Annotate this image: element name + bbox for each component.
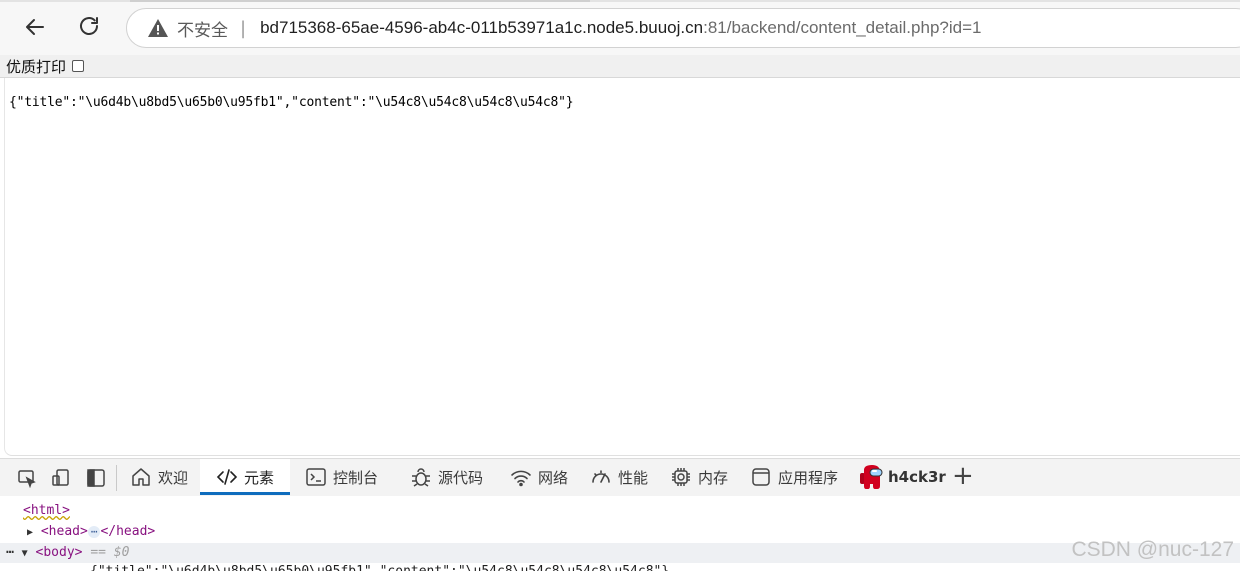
print-quality-checkbox[interactable]: [72, 60, 85, 72]
sidebar-toggle-icon: [87, 469, 105, 487]
app-window-icon: [752, 468, 770, 486]
tab-console[interactable]: 控制台: [305, 459, 378, 495]
bug-icon: [412, 468, 430, 487]
tree-node-body[interactable]: ⋯ ▼ <body> == $0: [6, 545, 129, 560]
insecure-label[interactable]: 不安全: [177, 16, 228, 41]
tab-performance[interactable]: 性能: [590, 459, 648, 495]
head-open-tag: <head>: [40, 524, 88, 539]
json-response-text: {"title":"\u6d4b\u8bd5\u65b0\u95fb1","co…: [9, 95, 574, 110]
inspect-icon: [18, 470, 36, 488]
address-bar[interactable]: 不安全 | bd715368-65ae-4596-ab4c-011b53971a…: [126, 8, 1240, 48]
home-icon: [132, 468, 150, 486]
page-content: {"title":"\u6d4b\u8bd5\u65b0\u95fb1","co…: [4, 78, 1240, 456]
tab-network[interactable]: 网络: [510, 459, 568, 495]
tab-h4ck3r-label: h4ck3r: [888, 468, 946, 486]
inspect-element-button[interactable]: [15, 467, 39, 489]
back-button[interactable]: [18, 10, 52, 44]
body-open-tag: <body>: [35, 545, 83, 560]
tree-node-html[interactable]: <html>: [23, 503, 70, 518]
devtools-tab-bar: 欢迎 元素 控制台 源代码 网络 性能 内存 应用程序 h4ck3r +: [0, 458, 1240, 496]
selected-row-highlight: [0, 543, 1240, 563]
device-icon: [52, 469, 69, 486]
tab-welcome-label: 欢迎: [158, 468, 189, 487]
collapse-triangle-icon[interactable]: ▼: [22, 548, 28, 559]
elements-panel: <html> ▶ <head> ⋯ </head> ⋯ ▼ <body> == $0…: [0, 496, 1240, 571]
dock-side-button[interactable]: [84, 467, 108, 489]
tab-h4ck3r[interactable]: h4ck3r: [858, 459, 946, 495]
tab-welcome[interactable]: 欢迎: [130, 459, 188, 495]
code-icon: [216, 469, 238, 485]
row-menu-icon[interactable]: ⋯: [6, 545, 14, 560]
tab-sources[interactable]: 源代码: [410, 459, 483, 495]
crewmate-icon: [860, 465, 883, 489]
tab-application-label: 应用程序: [778, 468, 839, 487]
url-host[interactable]: bd715368-65ae-4596-ab4c-011b53971a1c.nod…: [260, 18, 703, 38]
selected-marker: == $0: [90, 545, 130, 560]
tab-strip: [0, 0, 1240, 2]
collapsed-content-pill[interactable]: ⋯: [87, 525, 101, 538]
console-icon: [306, 468, 326, 486]
warning-icon[interactable]: [147, 17, 169, 39]
reload-button[interactable]: [72, 10, 106, 44]
add-tab-button[interactable]: +: [952, 461, 974, 491]
arrow-left-icon: [26, 19, 44, 35]
tab-elements[interactable]: 元素: [200, 459, 290, 495]
print-quality-label: 优质打印: [6, 57, 67, 76]
url-path[interactable]: :81/backend/content_detail.php?id=1: [703, 18, 981, 38]
tab-elements-label: 元素: [243, 468, 274, 487]
tab-sources-label: 源代码: [438, 468, 484, 487]
tab-console-label: 控制台: [333, 468, 379, 487]
tab-network-label: 网络: [538, 468, 569, 487]
toolbar-divider: [116, 465, 117, 491]
tab-memory[interactable]: 内存: [670, 459, 728, 495]
browser-toolbar: 不安全 | bd715368-65ae-4596-ab4c-011b53971a…: [0, 0, 1240, 55]
html-open-tag: <html>: [23, 503, 70, 518]
tab-performance-label: 性能: [618, 468, 649, 487]
watermark: CSDN @nuc-127: [1071, 538, 1234, 561]
gauge-icon: [592, 470, 610, 483]
head-close-tag: </head>: [100, 524, 156, 539]
chip-icon: [672, 468, 690, 486]
active-tab-indicator: [200, 492, 290, 495]
refresh-icon: [80, 17, 98, 35]
tab-application[interactable]: 应用程序: [750, 459, 838, 495]
address-separator: |: [240, 17, 247, 39]
wifi-icon: [511, 470, 531, 487]
tab-memory-label: 内存: [698, 468, 729, 487]
print-option-bar: 优质打印: [0, 55, 1240, 78]
body-text-node[interactable]: {"title":"\u6d4b\u8bd5\u65b0\u95fb1","co…: [90, 564, 669, 571]
device-emulation-button[interactable]: [49, 467, 73, 489]
expand-triangle-icon[interactable]: ▶: [27, 527, 33, 538]
tree-node-head[interactable]: ▶ <head> ⋯ </head>: [27, 524, 155, 539]
